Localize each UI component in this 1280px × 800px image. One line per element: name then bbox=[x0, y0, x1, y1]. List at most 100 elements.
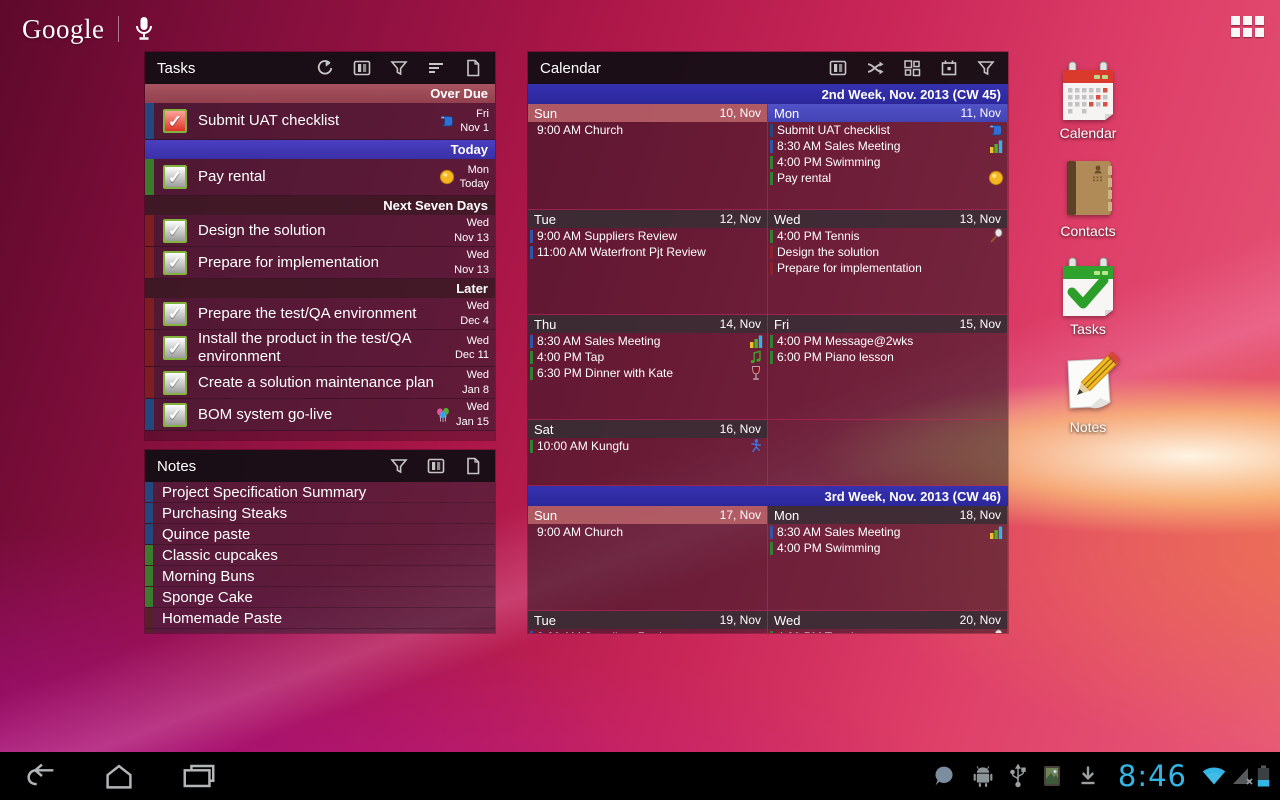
event-color-bar bbox=[770, 526, 773, 539]
calendar-event[interactable]: Design the solution bbox=[768, 244, 1007, 260]
task-checkbox[interactable]: ✓ bbox=[163, 371, 187, 395]
task-meta: WedNov 13 bbox=[454, 248, 495, 277]
note-row[interactable]: Quince paste bbox=[145, 524, 495, 545]
calendar-event[interactable]: 4:00 PM Swimming bbox=[768, 540, 1007, 556]
calendar-event[interactable]: 4:00 PM Message@2wks bbox=[768, 333, 1007, 349]
checkmark-icon: ✓ bbox=[168, 374, 182, 391]
shuffle-icon[interactable] bbox=[865, 58, 885, 78]
calendar-event[interactable]: 9:00 AM Suppliers Review bbox=[528, 629, 767, 633]
google-search-widget[interactable]: Google bbox=[16, 10, 169, 48]
event-text: Submit UAT checklist bbox=[777, 123, 988, 137]
google-logo[interactable]: Google bbox=[16, 14, 118, 45]
all-apps-button[interactable] bbox=[1231, 16, 1264, 37]
note-row[interactable]: Project Specification Summary bbox=[145, 482, 495, 503]
task-row[interactable]: ✓Submit UAT checklistFriNov 1 bbox=[145, 103, 495, 140]
layout-columns-icon[interactable] bbox=[352, 58, 372, 78]
sort-icon[interactable] bbox=[426, 58, 446, 78]
task-title: Prepare the test/QA environment bbox=[198, 305, 460, 323]
calendar-event[interactable]: 6:00 PM Piano lesson bbox=[768, 349, 1007, 365]
note-row[interactable]: Bookbinder's Paste bbox=[145, 629, 495, 633]
calendar-day-header: Tue12, Nov bbox=[528, 210, 767, 228]
calendar-day-cell[interactable]: Fri15, Nov4:00 PM Message@2wks6:00 PM Pi… bbox=[768, 315, 1008, 420]
task-checkbox[interactable]: ✓ bbox=[163, 302, 187, 326]
calendar-day-cell[interactable]: Wed20, Nov4:00 PM Tennis bbox=[768, 611, 1008, 633]
task-row[interactable]: ✓Prepare the test/QA environmentWedDec 4 bbox=[145, 298, 495, 330]
calendar-event[interactable]: Prepare for implementation bbox=[768, 260, 1007, 276]
calendar-day-cell[interactable]: Thu14, Nov8:30 AM Sales Meeting4:00 PM T… bbox=[528, 315, 768, 420]
calendar-day-cell[interactable]: Tue19, Nov9:00 AM Suppliers Review bbox=[528, 611, 768, 633]
filter-icon[interactable] bbox=[389, 58, 409, 78]
task-checkbox[interactable]: ✓ bbox=[163, 219, 187, 243]
event-text: 9:00 AM Church bbox=[537, 525, 764, 539]
note-row[interactable]: Sponge Cake bbox=[145, 587, 495, 608]
recent-apps-button[interactable] bbox=[176, 759, 222, 793]
calendar-event[interactable]: 9:00 AM Suppliers Review bbox=[528, 228, 767, 244]
notes-widget-title: Notes bbox=[145, 458, 389, 475]
status-bar[interactable]: 8:46 bbox=[932, 752, 1270, 800]
task-row[interactable]: ✓Create a solution maintenance planWedJa… bbox=[145, 367, 495, 399]
microphone-icon[interactable] bbox=[119, 16, 169, 42]
calendar-event[interactable]: 6:30 PM Dinner with Kate bbox=[528, 365, 767, 381]
task-row[interactable]: ✓BOM system go-liveWedJan 15 bbox=[145, 399, 495, 431]
calendar-event[interactable]: Pay rental bbox=[768, 170, 1007, 186]
shortcut-tasks[interactable]: Tasks bbox=[1040, 254, 1136, 337]
home-button[interactable] bbox=[96, 759, 142, 793]
note-row[interactable]: Homemade Paste bbox=[145, 608, 495, 629]
day-date: 11, Nov bbox=[961, 106, 1001, 120]
task-checkbox[interactable]: ✓ bbox=[163, 109, 187, 133]
calendar-event[interactable]: 4:00 PM Tennis bbox=[768, 629, 1007, 633]
task-row[interactable]: ✓Install the product in the test/QA envi… bbox=[145, 330, 495, 367]
calendar-day-cell[interactable]: Sun17, Nov9:00 AM Church bbox=[528, 506, 768, 611]
view-grid-icon[interactable] bbox=[902, 58, 922, 78]
calendar-event[interactable]: Submit UAT checklist bbox=[768, 122, 1007, 138]
chart-icon bbox=[748, 333, 764, 349]
calendar-event[interactable]: 9:00 AM Church bbox=[528, 122, 767, 138]
calendar-row: Sun17, Nov9:00 AM ChurchMon18, Nov8:30 A… bbox=[528, 506, 1008, 611]
android-icon bbox=[972, 764, 994, 788]
calendar-event[interactable]: 10:00 AM Kungfu bbox=[528, 438, 767, 454]
calendar-empty-cell[interactable] bbox=[768, 420, 1008, 486]
calendar-event[interactable]: 4:00 PM Swimming bbox=[768, 154, 1007, 170]
note-row[interactable]: Classic cupcakes bbox=[145, 545, 495, 566]
calendar-event[interactable]: 8:30 AM Sales Meeting bbox=[528, 333, 767, 349]
calendar-day-cell[interactable]: Mon11, NovSubmit UAT checklist8:30 AM Sa… bbox=[768, 104, 1008, 210]
calendar-widget-header: Calendar bbox=[528, 52, 1008, 84]
calendar-event[interactable]: 9:00 AM Church bbox=[528, 524, 767, 540]
goto-today-icon[interactable] bbox=[939, 58, 959, 78]
refresh-icon[interactable] bbox=[315, 58, 335, 78]
task-checkbox[interactable]: ✓ bbox=[163, 403, 187, 427]
note-row[interactable]: Purchasing Steaks bbox=[145, 503, 495, 524]
task-checkbox[interactable]: ✓ bbox=[163, 165, 187, 189]
calendar-event[interactable]: 11:00 AM Waterfront Pjt Review bbox=[528, 244, 767, 260]
calendar-event[interactable]: 4:00 PM Tennis bbox=[768, 228, 1007, 244]
calendar-event[interactable]: 4:00 PM Tap bbox=[528, 349, 767, 365]
note-title: Homemade Paste bbox=[153, 610, 282, 627]
calendar-event[interactable]: 8:30 AM Sales Meeting bbox=[768, 138, 1007, 154]
task-checkbox[interactable]: ✓ bbox=[163, 251, 187, 275]
note-row[interactable]: Morning Buns bbox=[145, 566, 495, 587]
download-icon bbox=[1078, 764, 1098, 788]
calendar-day-cell[interactable]: Tue12, Nov9:00 AM Suppliers Review11:00 … bbox=[528, 210, 768, 315]
new-item-icon[interactable] bbox=[463, 58, 483, 78]
calendar-day-cell[interactable]: Sun10, Nov9:00 AM Church bbox=[528, 104, 768, 210]
calendar-day-cell[interactable]: Wed13, Nov4:00 PM TennisDesign the solut… bbox=[768, 210, 1008, 315]
task-row[interactable]: ✓Prepare for implementationWedNov 13 bbox=[145, 247, 495, 279]
layout-columns-icon[interactable] bbox=[426, 456, 446, 476]
shortcut-notes[interactable]: Notes bbox=[1040, 352, 1136, 435]
event-color-bar bbox=[770, 124, 773, 137]
task-row[interactable]: ✓Design the solutionWedNov 13 bbox=[145, 215, 495, 247]
calendar-day-cell[interactable]: Sat16, Nov10:00 AM Kungfu bbox=[528, 420, 768, 486]
new-item-icon[interactable] bbox=[463, 456, 483, 476]
task-meta: WedJan 8 bbox=[462, 368, 495, 397]
task-checkbox[interactable]: ✓ bbox=[163, 336, 187, 360]
back-button[interactable] bbox=[18, 759, 64, 793]
calendar-event[interactable]: 8:30 AM Sales Meeting bbox=[768, 524, 1007, 540]
filter-icon[interactable] bbox=[976, 58, 996, 78]
layout-columns-icon[interactable] bbox=[828, 58, 848, 78]
day-name: Thu bbox=[534, 317, 556, 332]
calendar-day-cell[interactable]: Mon18, Nov8:30 AM Sales Meeting4:00 PM S… bbox=[768, 506, 1008, 611]
shortcut-calendar[interactable]: Calendar bbox=[1040, 58, 1136, 141]
filter-icon[interactable] bbox=[389, 456, 409, 476]
shortcut-contacts[interactable]: Contacts bbox=[1040, 156, 1136, 239]
task-row[interactable]: ✓Pay rentalMonToday bbox=[145, 159, 495, 196]
